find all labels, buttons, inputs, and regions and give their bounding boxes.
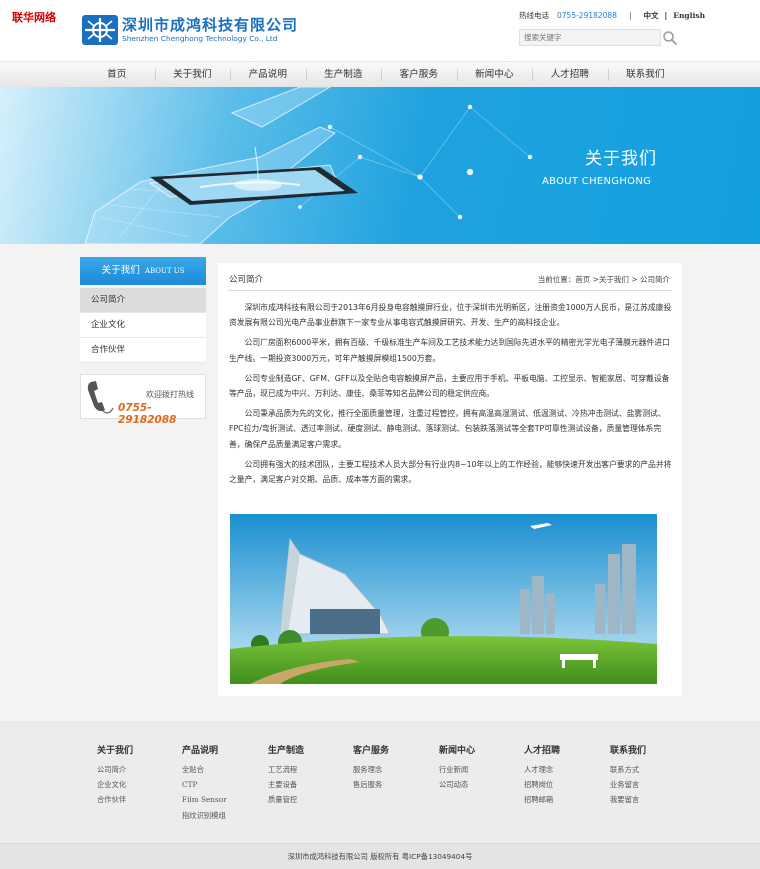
hotline-number: 0755-29182088 xyxy=(557,11,617,20)
banner: 关于我们 ABOUT CHENGHONG xyxy=(0,87,760,244)
footer-link[interactable]: Film Sensor xyxy=(182,792,227,807)
nav-service[interactable]: 客户服务 xyxy=(381,62,457,88)
company-photo xyxy=(230,514,657,684)
footer-link[interactable]: 招聘岗位 xyxy=(524,777,560,792)
nav-about[interactable]: 关于我们 xyxy=(154,62,231,88)
section-heading: 公司简介 xyxy=(229,275,264,285)
footer-link[interactable]: 售后服务 xyxy=(353,777,389,792)
hotline-box-number: 0755-29182088 xyxy=(118,402,177,426)
footer-link[interactable]: 服务理念 xyxy=(353,762,389,777)
intro-paragraph: 公司厂房面积6000平米，拥有百级、千级标准生产车间及工艺技术能力达到国际先进水… xyxy=(229,338,670,363)
footer-column-title: 新闻中心 xyxy=(439,746,476,756)
footer-column: 人才招聘 人才理念 招聘岗位 招聘邮箱 xyxy=(524,743,560,808)
footer-column: 新闻中心 行业新闻 公司动态 xyxy=(439,743,475,792)
footer-column: 关于我们 公司简介 企业文化 合作伙伴 xyxy=(97,743,133,808)
footer-column-title: 生产制造 xyxy=(268,746,305,756)
footer-link[interactable]: 合作伙伴 xyxy=(97,792,133,807)
sidebar-title: 关于我们 xyxy=(101,265,140,276)
sidebar-item-culture[interactable]: 企业文化 xyxy=(80,313,206,338)
footer-link[interactable]: 公司简介 xyxy=(97,762,133,777)
footer-link[interactable]: 质量管控 xyxy=(268,792,304,807)
footer-column: 客户服务 服务理念 售后服务 xyxy=(353,743,389,792)
intro-paragraph: 公司拥有强大的技术团队，主要工程技术人员大部分有行业内8~10年以上的工作经验，… xyxy=(229,459,672,485)
footer-link[interactable]: 全贴合 xyxy=(182,762,227,777)
footer-column: 产品说明 全贴合 CTP Film Sensor 指纹识别模组 xyxy=(182,743,227,823)
nav-manufacturing[interactable]: 生产制造 xyxy=(305,62,382,88)
nav-contact[interactable]: 联系我们 xyxy=(607,62,684,88)
footer-link[interactable]: 企业文化 xyxy=(97,777,133,792)
heading-divider xyxy=(228,290,672,291)
footer-link[interactable]: 业务留言 xyxy=(610,777,646,792)
sidebar-header: 关于我们 ABOUT US xyxy=(80,257,206,285)
lang-cn-link[interactable]: 中文 xyxy=(644,10,659,21)
footer-link[interactable]: 我要留言 xyxy=(610,792,646,807)
intro-text: 深圳市成鸿科技有限公司于2013年6月投身电容触摸屏行业，位于深圳市光明新区，注… xyxy=(229,300,675,492)
footer-column-title: 产品说明 xyxy=(182,746,219,756)
company-name-cn: 深圳市成鸿科技有限公司 xyxy=(122,16,299,34)
copyright: 深圳市成鸿科技有限公司 版权所有 粤ICP备13049404号 xyxy=(0,843,760,869)
sidebar-title-en: ABOUT US xyxy=(144,267,185,275)
footer-column-title: 人才招聘 xyxy=(524,746,561,756)
search-icon[interactable] xyxy=(662,30,678,46)
intro-paragraph: 深圳市成鸿科技有限公司于2013年6月投身电容触摸屏行业，位于深圳市光明新区，注… xyxy=(229,303,672,328)
footer-column: 联系我们 联系方式 业务留言 我要留言 xyxy=(610,743,646,808)
sidebar-item-profile[interactable]: 公司简介 xyxy=(80,288,206,313)
top-bar: 热线电话 0755-29182088 | 中文 | English xyxy=(519,10,705,21)
hotline-label: 热线电话 xyxy=(519,11,549,20)
footer-link[interactable]: CTP xyxy=(182,777,227,792)
company-logo[interactable]: 深圳市成鸿科技有限公司 Shenzhen Chenghong Technolog… xyxy=(82,15,298,45)
footer-link[interactable]: 联系方式 xyxy=(610,762,646,777)
nav-news[interactable]: 新闻中心 xyxy=(456,62,533,88)
intro-paragraph: 公司秉承品质为先的文化，推行全面质量管理，注重过程管控，拥有高温高湿测试、低温测… xyxy=(229,409,666,449)
footer-link[interactable]: 行业新闻 xyxy=(439,762,475,777)
search-input[interactable] xyxy=(519,29,661,46)
nav-products[interactable]: 产品说明 xyxy=(230,62,306,88)
phone-icon xyxy=(87,381,114,414)
footer-link[interactable]: 招聘邮箱 xyxy=(524,792,560,807)
intro-paragraph: 公司专业制造GF、GFM、GFF以及全贴合电容触摸屏产品，主要应用于手机、平板电… xyxy=(229,373,670,399)
footer-link[interactable]: 人才理念 xyxy=(524,762,560,777)
hotline-box-label: 欢迎拨打热线 xyxy=(146,390,194,399)
topbar-separator: | xyxy=(628,11,632,20)
sidebar-item-partners[interactable]: 合作伙伴 xyxy=(80,338,206,363)
footer: 关于我们 公司简介 企业文化 合作伙伴 产品说明 全贴合 CTP Film Se… xyxy=(0,722,760,843)
corner-tag: 联华网络 xyxy=(12,11,56,24)
lang-en-link[interactable]: English xyxy=(673,11,705,20)
main-nav: 首页 关于我们 产品说明 生产制造 客户服务 新闻中心 人才招聘 联系我们 xyxy=(0,61,760,87)
lang-divider: | xyxy=(664,11,668,20)
footer-link[interactable]: 公司动态 xyxy=(439,777,475,792)
footer-link[interactable]: 主要设备 xyxy=(268,777,304,792)
footer-link[interactable]: 指纹识别模组 xyxy=(182,808,227,823)
footer-link[interactable]: 工艺流程 xyxy=(268,762,304,777)
banner-subtitle: ABOUT CHENGHONG xyxy=(542,176,652,187)
breadcrumb: 当前位置：首页 >关于我们 > 公司简介 xyxy=(537,275,670,284)
banner-title: 关于我们 xyxy=(585,149,657,169)
nav-home[interactable]: 首页 xyxy=(79,62,155,88)
hotline-box: 欢迎拨打热线 0755-29182088 xyxy=(80,374,206,426)
logo-mark-icon xyxy=(82,15,118,45)
footer-column-title: 关于我们 xyxy=(97,746,134,756)
footer-column: 生产制造 工艺流程 主要设备 质量管控 xyxy=(268,743,304,808)
main-panel: 公司简介 当前位置：首页 >关于我们 > 公司简介 深圳市成鸿科技有限公司于20… xyxy=(218,263,682,696)
company-name-en: Shenzhen Chenghong Technology Co., Ltd xyxy=(122,34,278,43)
nav-careers[interactable]: 人才招聘 xyxy=(532,62,608,88)
footer-column-title: 联系我们 xyxy=(610,746,647,756)
footer-column-title: 客户服务 xyxy=(353,746,390,756)
